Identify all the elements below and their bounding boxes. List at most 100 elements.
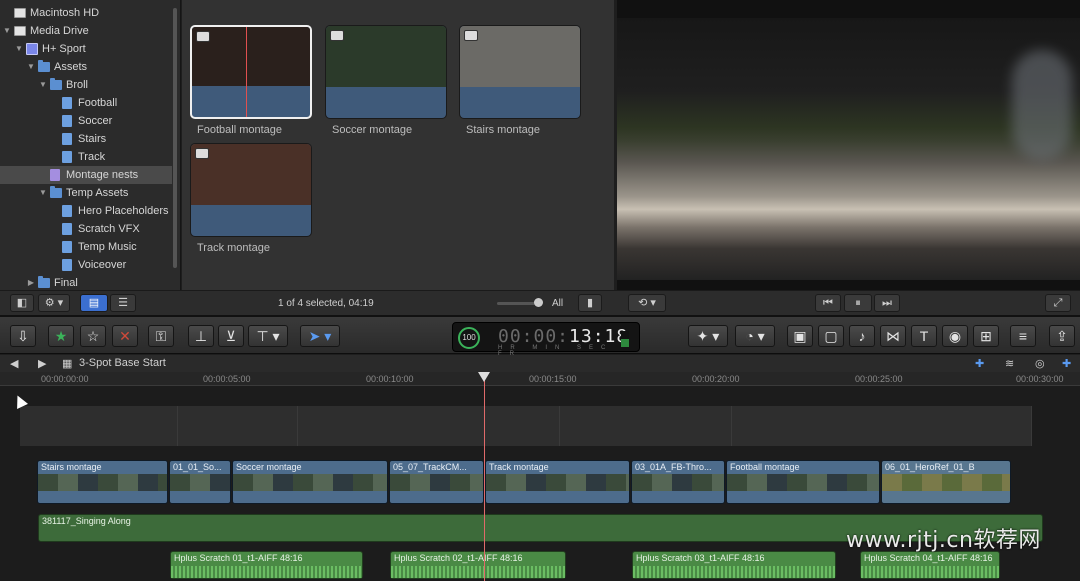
disclosure-open-icon[interactable]: ▼ bbox=[38, 184, 48, 202]
browser-clip[interactable] bbox=[325, 25, 447, 119]
unrate-icon[interactable]: ☆ bbox=[80, 325, 106, 347]
connected-clip[interactable] bbox=[178, 406, 298, 446]
audio-waveform bbox=[633, 566, 835, 578]
browser-clip[interactable] bbox=[190, 25, 312, 119]
disclosure-open-icon[interactable]: ▼ bbox=[26, 58, 36, 76]
timeline-video-clip[interactable]: 06_01_HeroRef_01_B bbox=[881, 460, 1011, 504]
reject-icon[interactable]: ✕ bbox=[112, 325, 138, 347]
zoom-icon[interactable]: ✚ bbox=[975, 357, 984, 370]
sidebar-item-label: Track bbox=[78, 151, 106, 163]
browser-status: 1 of 4 selected, 04:19 bbox=[278, 298, 374, 309]
ruler-tick: 00:00:30:00 bbox=[1016, 374, 1064, 384]
scratch-audio-clip[interactable]: Hplus Scratch 01_t1-AIFF 48:16 bbox=[170, 551, 363, 579]
sidebar-scrollbar[interactable] bbox=[173, 8, 177, 268]
sidebar-item[interactable]: Soccer bbox=[0, 112, 172, 130]
filmstrip bbox=[390, 474, 483, 491]
sidebar-item[interactable]: ▼ Temp Assets bbox=[0, 184, 172, 202]
timecode-prefix: 00:00: bbox=[498, 326, 570, 347]
filmstrip-view-icon[interactable]: ▤ bbox=[80, 294, 108, 312]
viewer-transform-icon[interactable]: ⟲ ▾ bbox=[628, 294, 666, 312]
event-icon bbox=[62, 223, 72, 235]
keyword-icon[interactable]: ⚿ bbox=[148, 325, 174, 347]
enhancements-icon[interactable]: ✦ ▾ bbox=[688, 325, 728, 347]
favorite-icon[interactable]: ★ bbox=[48, 325, 74, 347]
slider-handle[interactable] bbox=[534, 298, 543, 307]
list-view-icon[interactable]: ☰ bbox=[110, 294, 136, 312]
disclosure-open-icon[interactable]: ▼ bbox=[2, 22, 12, 40]
photos-browser-icon[interactable]: ▢ bbox=[818, 325, 844, 347]
effects-browser-icon[interactable]: ▣ bbox=[787, 325, 813, 347]
generators-browser-icon[interactable]: ◉ bbox=[942, 325, 968, 347]
disclosure-open-icon[interactable]: ▼ bbox=[38, 76, 48, 94]
select-tool-icon[interactable]: ➤ ▾ bbox=[300, 325, 340, 347]
timeline-video-clip[interactable]: Soccer montage bbox=[232, 460, 388, 504]
inspector-icon[interactable]: ≡ bbox=[1010, 325, 1036, 347]
clip-appearance-icon[interactable]: ▮ bbox=[578, 294, 602, 312]
sidebar-item[interactable]: Stairs bbox=[0, 130, 172, 148]
sidebar-item[interactable]: Hero Placeholders bbox=[0, 202, 172, 220]
connected-clip[interactable] bbox=[732, 406, 1032, 446]
import-icon[interactable]: ⇩ bbox=[10, 325, 36, 347]
sidebar-item[interactable]: Scratch VFX bbox=[0, 220, 172, 238]
audio-meter-icon[interactable] bbox=[621, 331, 629, 347]
sidebar-item[interactable]: ▼ Broll bbox=[0, 76, 172, 94]
library-toggle-icon[interactable]: ◧ bbox=[10, 294, 34, 312]
disclosure-open-icon[interactable]: ▼ bbox=[14, 40, 24, 58]
timeline-video-clip[interactable]: Stairs montage bbox=[37, 460, 168, 504]
timeline-video-clip[interactable]: 05_07_TrackCM... bbox=[389, 460, 484, 504]
audio-waveform-icon[interactable]: ≋ bbox=[1005, 357, 1014, 370]
clip-label: 381117_Singing Along bbox=[42, 516, 131, 526]
share-icon[interactable]: ⇪ bbox=[1049, 325, 1075, 347]
connect-clip-icon[interactable]: ⊥ bbox=[188, 325, 214, 347]
next-frame-icon[interactable]: ⏭ bbox=[874, 294, 900, 312]
sidebar-item[interactable]: Temp Music bbox=[0, 238, 172, 256]
connected-clip[interactable] bbox=[20, 406, 178, 446]
ruler-tick: 00:00:25:00 bbox=[855, 374, 903, 384]
transitions-browser-icon[interactable]: ⋈ bbox=[880, 325, 906, 347]
sidebar-item[interactable]: Voiceover bbox=[0, 256, 172, 274]
timeline-video-clip[interactable]: 03_01A_FB-Thro... bbox=[631, 460, 725, 504]
filmstrip bbox=[882, 474, 1010, 491]
fullscreen-icon[interactable]: ⤢ bbox=[1045, 294, 1071, 312]
scratch-audio-clip[interactable]: Hplus Scratch 02_t1-AIFF 48:16 bbox=[390, 551, 566, 579]
connected-clip[interactable] bbox=[298, 406, 560, 446]
browser-clip[interactable] bbox=[190, 143, 312, 237]
sidebar-item[interactable]: Track bbox=[0, 148, 172, 166]
sidebar-item[interactable]: Football bbox=[0, 94, 172, 112]
timecode-value: 13:18 bbox=[569, 326, 629, 347]
browser-footer-bar: ◧ ⚙ ▾ ▤ ☰ 1 of 4 selected, 04:19 All ▮ ⟲… bbox=[0, 290, 1080, 316]
forward-icon[interactable]: ▶ bbox=[38, 357, 46, 370]
solo-icon[interactable]: ◎ bbox=[1035, 357, 1045, 370]
back-icon[interactable]: ◀ bbox=[10, 357, 18, 370]
nest-icon bbox=[50, 169, 60, 181]
sidebar-item[interactable]: ▼ H+ Sport bbox=[0, 40, 172, 58]
sidebar-item[interactable]: ▼ Assets bbox=[0, 58, 172, 76]
scratch-audio-clip[interactable]: Hplus Scratch 03_t1-AIFF 48:16 bbox=[632, 551, 836, 579]
gear-icon[interactable]: ⚙ ▾ bbox=[38, 294, 70, 312]
previous-frame-icon[interactable]: ⏮ bbox=[815, 294, 841, 312]
browser-clip[interactable] bbox=[459, 25, 581, 119]
dashboard-timecode[interactable]: 100 00:00:13:18 HR MIN SEC FR bbox=[452, 322, 640, 357]
themes-browser-icon[interactable]: ⊞ bbox=[973, 325, 999, 347]
music-browser-icon[interactable]: ♪ bbox=[849, 325, 875, 347]
timeline-video-clip[interactable]: Football montage bbox=[726, 460, 880, 504]
sidebar-item[interactable]: Montage nests bbox=[0, 166, 172, 184]
sidebar-item[interactable]: Macintosh HD bbox=[0, 4, 172, 22]
timeline-video-clip[interactable]: Track montage bbox=[485, 460, 630, 504]
append-clip-icon[interactable]: ⊤ ▾ bbox=[248, 325, 288, 347]
filmstrip bbox=[632, 474, 724, 491]
scratch-audio-clip[interactable]: Hplus Scratch 04_t1-AIFF 48:16 bbox=[860, 551, 1000, 579]
background-tasks-indicator[interactable]: 100 bbox=[458, 327, 480, 349]
sidebar-item-label: Media Drive bbox=[30, 25, 89, 37]
timeline-ruler[interactable]: 00:00:00:00 00:00:05:00 00:00:10:00 00:0… bbox=[0, 372, 1080, 386]
snapping-icon[interactable]: ✚ bbox=[1062, 357, 1071, 370]
timeline-playhead[interactable] bbox=[484, 372, 485, 581]
timeline-video-clip[interactable]: 01_01_So... bbox=[169, 460, 231, 504]
insert-clip-icon[interactable]: ⊻ bbox=[218, 325, 244, 347]
play-pause-icon[interactable]: ⏸ bbox=[844, 294, 872, 312]
connected-clip[interactable] bbox=[560, 406, 732, 446]
clip-label: 03_01A_FB-Thro... bbox=[635, 462, 712, 472]
titles-browser-icon[interactable]: T bbox=[911, 325, 937, 347]
sidebar-item[interactable]: ▼ Media Drive bbox=[0, 22, 172, 40]
retime-icon[interactable]: ◔ ▾ bbox=[735, 325, 775, 347]
